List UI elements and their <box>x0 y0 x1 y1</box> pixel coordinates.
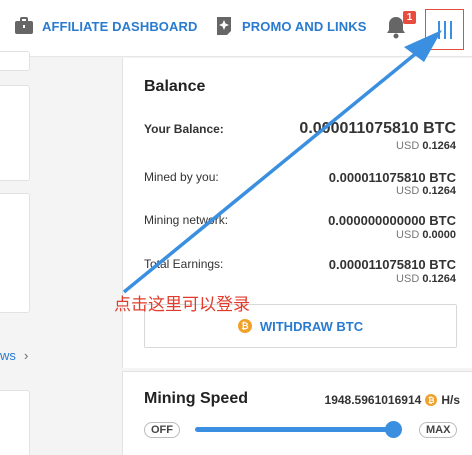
menu-bar <box>443 20 446 39</box>
speed-off-button[interactable]: OFF <box>144 422 180 438</box>
left-column: ws › <box>0 51 122 455</box>
balance-card: Balance Your Balance: 0.000011075810 BTC… <box>122 58 472 368</box>
promo-and-links-label: PROMO AND LINKS <box>242 18 367 34</box>
notification-count-badge: 1 <box>403 11 416 24</box>
left-card <box>0 390 30 455</box>
mining-speed-slider-track[interactable] <box>195 427 396 432</box>
bitcoin-coin-icon: ₿ <box>425 394 438 406</box>
annotation-text: 点击这里可以登录 <box>114 295 250 315</box>
mining-network-usd: USD 0.0000 <box>396 229 456 241</box>
mined-by-you-usd: USD 0.1264 <box>396 185 456 197</box>
your-balance-usd: USD 0.1264 <box>396 140 456 152</box>
withdraw-btc-label: WITHDRAW BTC <box>259 318 364 334</box>
briefcase-icon <box>15 17 33 34</box>
mining-speed-unit: H/s <box>441 393 460 407</box>
left-card <box>0 51 30 71</box>
mining-speed-title: Mining Speed <box>144 390 248 407</box>
total-earnings-btc: 0.000011075810 BTC <box>328 257 456 272</box>
affiliate-dashboard-label: AFFILIATE DASHBOARD <box>42 18 198 34</box>
bitcoin-coin-icon: ₿ <box>237 319 252 333</box>
total-earnings-label: Total Earnings: <box>144 257 224 271</box>
total-earnings-usd: USD 0.1264 <box>396 273 456 285</box>
mined-by-you-label: Mined by you: <box>144 170 219 184</box>
promo-and-links-link[interactable]: PROMO AND LINKS <box>214 16 367 36</box>
mining-speed-card: Mining Speed 1948.5961016914 ₿ H/s OFF M… <box>122 371 472 455</box>
affiliate-dashboard-link[interactable]: AFFILIATE DASHBOARD <box>14 16 197 36</box>
your-balance-btc: 0.000011075810 BTC <box>299 120 456 137</box>
balance-title: Balance <box>144 78 206 95</box>
mining-network-btc: 0.000000000000 BTC <box>328 213 456 228</box>
mining-speed-slider-handle[interactable] <box>385 421 402 438</box>
mining-speed-number: 1948.5961016914 <box>324 393 422 407</box>
menu-bar <box>449 20 452 39</box>
menu-bar <box>437 20 440 39</box>
menu-button[interactable] <box>425 9 464 50</box>
mining-network-label: Mining network: <box>144 213 229 227</box>
page: AFFILIATE DASHBOARD PROMO AND LINKS 1 ws… <box>0 0 472 455</box>
mining-speed-value: 1948.5961016914 ₿ H/s <box>325 393 460 407</box>
left-view-link[interactable]: ws <box>0 348 16 363</box>
left-card <box>0 193 30 313</box>
your-balance-label: Your Balance: <box>144 122 224 136</box>
left-card <box>0 85 30 181</box>
sparkle-tag-icon <box>217 17 231 35</box>
top-bar: AFFILIATE DASHBOARD PROMO AND LINKS 1 <box>0 0 472 57</box>
chevron-right-icon[interactable]: › <box>24 348 28 363</box>
speed-max-button[interactable]: MAX <box>419 422 458 438</box>
mined-by-you-btc: 0.000011075810 BTC <box>328 170 456 185</box>
